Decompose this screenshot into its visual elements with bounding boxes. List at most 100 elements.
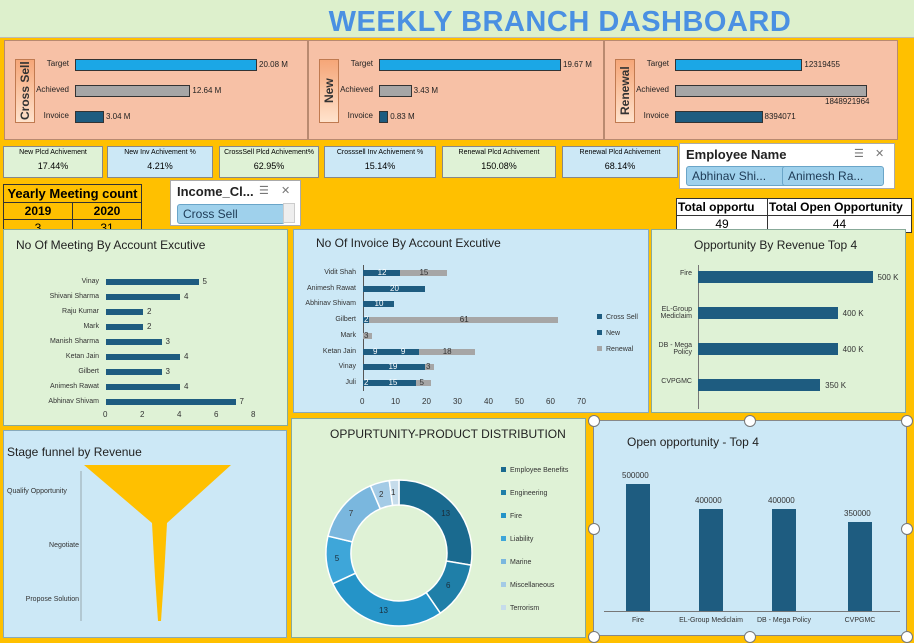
slicer-scrollbar[interactable] — [283, 203, 295, 223]
data-label: 2 — [364, 315, 369, 325]
donut-slice — [398, 479, 473, 567]
slicer-item[interactable]: Abhinav Shi... — [686, 166, 788, 186]
resize-handle[interactable] — [588, 415, 600, 427]
resize-handle[interactable] — [901, 415, 913, 427]
legend-item: Employee Benefits — [501, 467, 568, 474]
kpi-value: 19.67 M — [563, 60, 592, 69]
mini-kpi-label: CrossSell Plcd Achivement% — [224, 149, 314, 156]
category-label: Mark — [83, 323, 99, 330]
meeting-chart-panel[interactable]: No Of Meeting By Account Excutive Vinay 5… — [3, 229, 288, 426]
mini-kpi-card: Renewal Plcd Achivement 68.14% — [562, 146, 678, 178]
data-label: 10 — [374, 299, 384, 309]
column — [848, 521, 872, 611]
bar — [106, 369, 162, 375]
slicer-item[interactable]: Cross Sell — [177, 204, 285, 224]
open-opportunity-panel[interactable]: Open opportunity - Top 4 500000 Fire 40000… — [593, 420, 907, 636]
product-distribution-panel[interactable]: OPPURTUNITY-PRODUCT DISTRIBUTION 13 6 13 5 7… — [291, 418, 586, 638]
bar — [106, 384, 180, 390]
invoice-chart-panel[interactable]: No Of Invoice By Account Excutive Vidit … — [293, 229, 649, 413]
legend-item: Terrorism — [501, 605, 539, 612]
bar — [106, 324, 143, 330]
x-tick-label: 10 — [391, 397, 400, 406]
total-opportunity-label: Total opportu — [676, 198, 768, 216]
category-label: Vinay — [338, 363, 356, 371]
slicer-item[interactable]: Animesh Ra... — [782, 166, 884, 186]
data-label: 4 — [184, 292, 189, 301]
clear-filter-icon[interactable]: ✕ — [281, 184, 290, 197]
kpi-panel: New Target 19.67 M Achieved 3.43 M Invoice 0.8… — [308, 40, 604, 140]
category-label: Juli — [345, 378, 356, 386]
legend-swatch — [501, 467, 506, 472]
category-label: Gilbert — [335, 316, 356, 324]
category-label: Fire — [679, 270, 692, 277]
legend-item: Engineering — [501, 490, 547, 497]
x-tick-label: EL-Group Mediclaim — [679, 617, 743, 624]
legend-swatch — [597, 346, 602, 351]
x-tick-label: 6 — [214, 410, 219, 419]
funnel-segment-qualify — [84, 465, 231, 523]
multi-select-icon[interactable]: ☰ — [259, 184, 269, 197]
totals-table: Total opportu Total Open Opportunity 49 … — [676, 198, 912, 233]
bar — [106, 309, 143, 315]
kpi-label: Achieved — [340, 85, 373, 94]
legend-item: Fire — [501, 513, 522, 520]
legend-label: New — [606, 330, 621, 337]
multi-select-icon[interactable]: ☰ — [854, 147, 864, 160]
slice-label: 13 — [379, 606, 388, 616]
kpi-label: Invoice — [43, 111, 69, 120]
data-label: 2 — [364, 377, 369, 387]
slice-label: 7 — [348, 508, 354, 518]
kpi-bar — [675, 59, 803, 71]
column — [626, 483, 650, 611]
legend-swatch — [597, 330, 602, 335]
resize-handle[interactable] — [901, 523, 913, 535]
legend-swatch — [501, 559, 506, 564]
resize-handle[interactable] — [588, 631, 600, 643]
resize-handle[interactable] — [588, 523, 600, 535]
column — [699, 509, 723, 611]
legend-item: Marine — [501, 559, 531, 566]
kpi-bar — [379, 85, 412, 97]
legend-label: Engineering — [510, 490, 548, 497]
x-tick-label: 20 — [422, 397, 431, 406]
mini-kpi-value: 68.14% — [604, 161, 636, 171]
kpi-bar — [379, 59, 561, 71]
kpi-label: Target — [46, 59, 69, 68]
data-label: 4 — [184, 382, 189, 391]
x-tick-label: 8 — [251, 410, 256, 419]
resize-handle[interactable] — [744, 415, 756, 427]
category-label: Vinay — [81, 278, 99, 285]
yearly-meeting-title: Yearly Meeting count — [3, 184, 142, 203]
kpi-label: Target — [350, 59, 373, 68]
bar — [698, 271, 873, 283]
x-axis-line — [604, 611, 900, 612]
legend-swatch — [501, 605, 506, 610]
opportunity-revenue-panel[interactable]: Opportunity By Revenue Top 4 Fire 500 K EL… — [651, 229, 906, 413]
legend-swatch — [501, 490, 506, 495]
stage-funnel-panel[interactable]: Stage funnel by Revenue Qualify Opportun… — [3, 430, 287, 638]
kpi-value: 1848921964 — [825, 97, 870, 106]
resize-handle[interactable] — [744, 631, 756, 643]
kpi-bar — [379, 111, 389, 123]
data-label: 3 — [426, 362, 431, 372]
legend-label: Fire — [510, 513, 523, 520]
resize-handle[interactable] — [901, 631, 913, 643]
employee-slicer[interactable]: Employee Name ☰ ✕ Abhinav Shi... Animesh… — [679, 143, 895, 189]
mini-kpi-label: Crosssell Inv Achivement % — [336, 149, 424, 156]
mini-kpi-label: Renewal Plcd Achivement — [458, 149, 540, 156]
income-slicer[interactable]: Income_Cl... ☰ ✕ Cross Sell — [170, 180, 301, 226]
x-tick-label: 50 — [515, 397, 524, 406]
kpi-bar — [675, 85, 867, 97]
x-tick-label: 0 — [103, 410, 108, 419]
clear-filter-icon[interactable]: ✕ — [875, 147, 884, 160]
category-label: Animesh Rawat — [49, 383, 99, 390]
category-label: Shivani Sharma — [49, 293, 99, 300]
data-label: 400000 — [695, 496, 722, 506]
donut-svg — [325, 479, 473, 627]
data-label: 61 — [459, 315, 469, 325]
kpi-label: Achieved — [36, 85, 69, 94]
total-open-opportunity-label: Total Open Opportunity — [767, 198, 912, 216]
donut-slice — [327, 484, 382, 543]
bar — [106, 339, 162, 345]
x-tick-label: 2 — [140, 410, 145, 419]
